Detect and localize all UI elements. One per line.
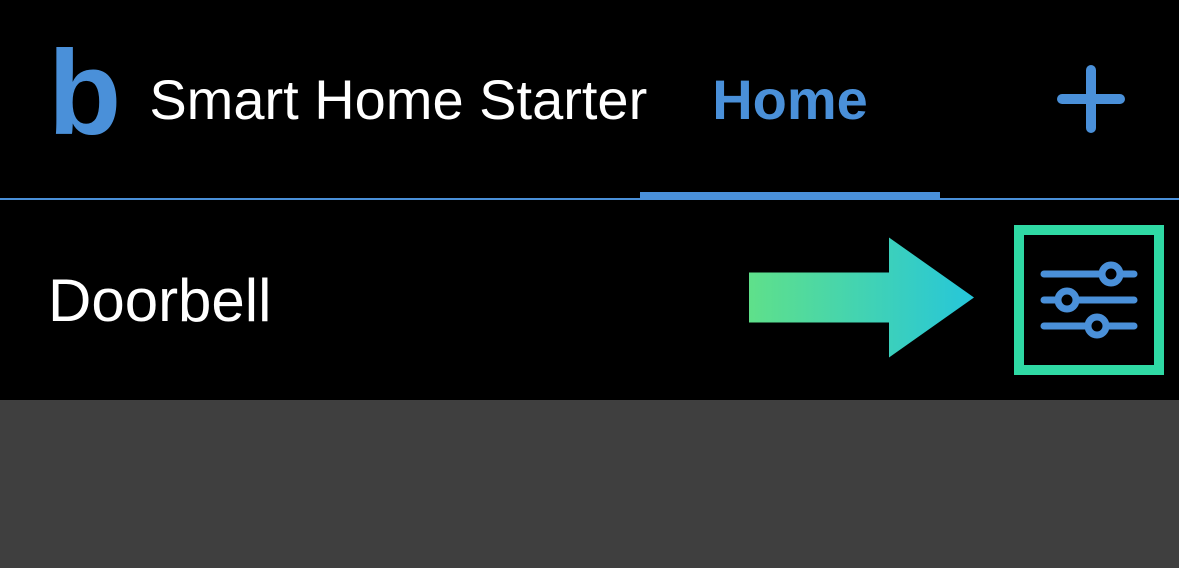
arrow-right-icon: [749, 228, 979, 368]
tab-home[interactable]: Home: [640, 0, 940, 198]
page-title: Smart Home Starter: [149, 67, 647, 132]
app-logo[interactable]: b: [48, 33, 121, 153]
plus-icon: [1056, 64, 1126, 134]
device-settings-button[interactable]: [1014, 225, 1164, 375]
annotation-arrow: [749, 228, 979, 373]
add-button[interactable]: [1051, 59, 1131, 139]
device-row-doorbell[interactable]: Doorbell: [0, 200, 1179, 400]
tab-label: Home: [712, 67, 868, 132]
device-label: Doorbell: [48, 266, 271, 335]
top-bar: b Smart Home Starter Home: [0, 0, 1179, 200]
sliders-icon: [1039, 260, 1139, 340]
screen: b Smart Home Starter Home Doorbell: [0, 0, 1179, 568]
